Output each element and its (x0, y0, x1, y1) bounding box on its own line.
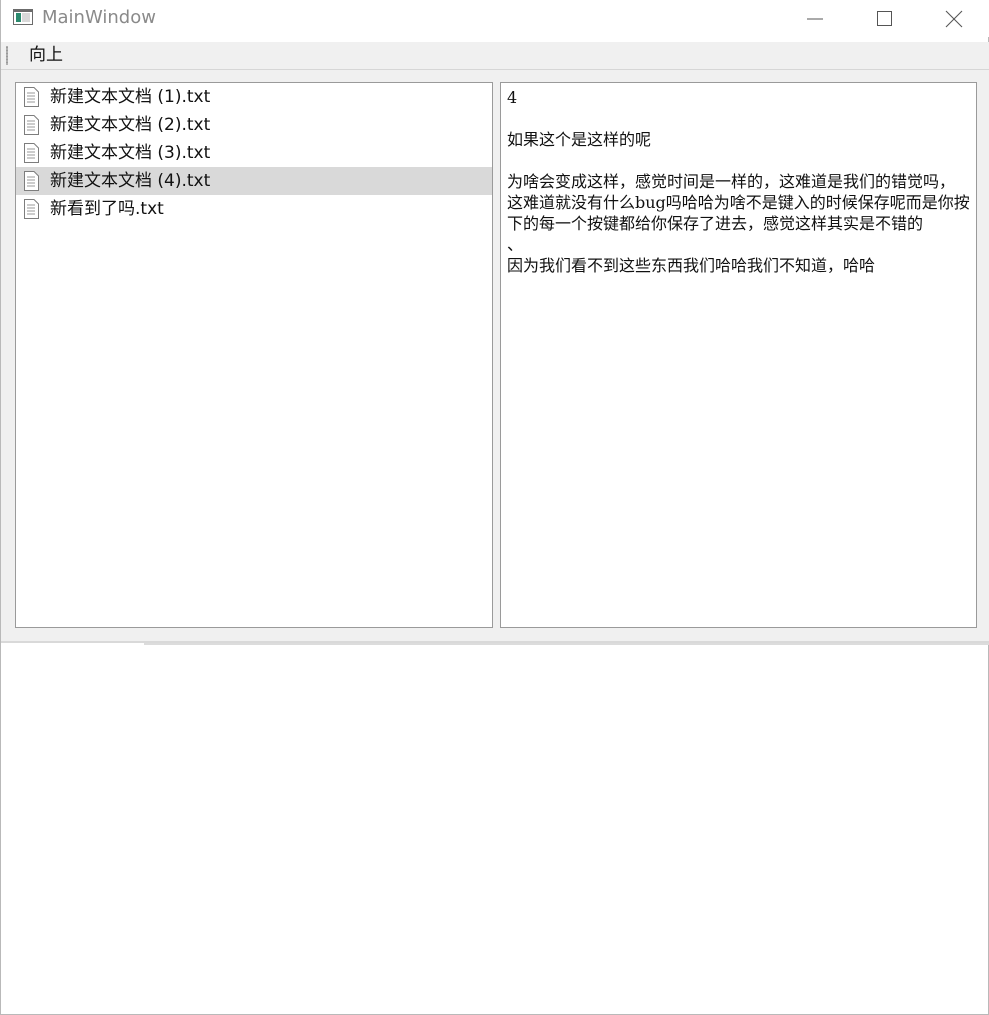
file-list-item[interactable]: 新建文本文档 (3).txt (16, 139, 492, 167)
text-file-icon (24, 143, 39, 163)
file-content-text-edit[interactable]: 4 如果这个是这样的呢 为啥会变成这样，感觉时间是一样的，这难道是我们的错觉吗，… (500, 82, 977, 628)
central-widget: 新建文本文档 (1).txt 新建文本文档 (2).txt 新建文本文档 (3)… (1, 70, 989, 643)
toolbar-grip-handle[interactable] (6, 46, 8, 65)
text-line: 、 (507, 235, 524, 254)
file-list-item[interactable]: 新看到了吗.txt (16, 195, 492, 223)
text-file-icon (24, 171, 39, 191)
text-file-icon (24, 115, 39, 135)
text-line (507, 150, 970, 171)
file-list-item-label: 新建文本文档 (4).txt (50, 171, 211, 191)
close-button[interactable] (919, 0, 989, 37)
file-list-item[interactable]: 新建文本文档 (2).txt (16, 111, 492, 139)
minimize-icon (807, 18, 823, 20)
app-window-icon (13, 9, 33, 25)
maximize-button[interactable] (850, 0, 920, 37)
text-line (507, 108, 970, 129)
file-list-item-selected[interactable]: 新建文本文档 (4).txt (16, 167, 492, 195)
file-list-view[interactable]: 新建文本文档 (1).txt 新建文本文档 (2).txt 新建文本文档 (3)… (15, 82, 493, 628)
main-window: MainWindow 向上 新建文本文档 (1).txt 新建文本文档 (2).… (0, 0, 989, 1015)
text-file-icon (24, 87, 39, 107)
status-area-divider (144, 643, 989, 645)
file-list-item-label: 新建文本文档 (1).txt (50, 87, 211, 107)
minimize-button[interactable] (781, 0, 851, 37)
text-line: 如果这个是这样的呢 (507, 130, 652, 149)
text-line: 为啥会变成这样，感觉时间是一样的，这难道是我们的错觉吗，这难道就没有什么bug吗… (507, 172, 970, 233)
file-list-item[interactable]: 新建文本文档 (1).txt (16, 83, 492, 111)
maximize-icon (877, 11, 892, 26)
window-title: MainWindow (42, 7, 156, 28)
toolbar: 向上 (1, 42, 989, 70)
up-button[interactable]: 向上 (29, 44, 63, 66)
text-line: 4 (507, 88, 518, 107)
text-file-icon (24, 199, 39, 219)
close-icon (945, 10, 963, 28)
title-bar[interactable]: MainWindow (1, 0, 989, 37)
file-list-item-label: 新看到了吗.txt (50, 199, 164, 219)
file-list-item-label: 新建文本文档 (3).txt (50, 143, 211, 163)
text-line: 因为我们看不到这些东西我们哈哈我们不知道，哈哈 (507, 256, 876, 275)
file-list-item-label: 新建文本文档 (2).txt (50, 115, 211, 135)
